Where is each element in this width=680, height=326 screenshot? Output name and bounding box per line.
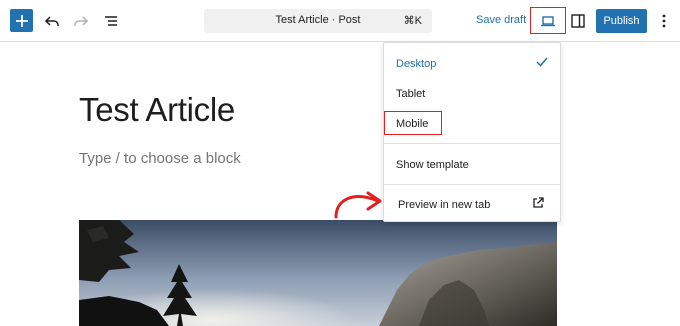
menu-item-tablet[interactable]: Tablet (396, 88, 425, 100)
annotation-arrow (334, 191, 382, 219)
redo-icon (74, 16, 89, 26)
menu-item-show-template[interactable]: Show template (396, 159, 469, 171)
desktop-icon (541, 15, 555, 26)
image-block[interactable] (79, 220, 557, 326)
settings-sidebar-button[interactable] (566, 9, 590, 33)
sidebar-icon (571, 14, 585, 28)
check-icon (536, 57, 548, 67)
more-vertical-icon (662, 14, 666, 28)
save-draft-button[interactable]: Save draft (476, 14, 526, 26)
plus-icon (15, 14, 28, 27)
document-title: Test Article · Post (275, 14, 361, 26)
keyboard-shortcut: ⌘K (403, 15, 422, 27)
device-preview-button[interactable] (530, 7, 566, 34)
menu-item-desktop[interactable]: Desktop (396, 58, 436, 70)
block-placeholder[interactable]: Type / to choose a block (79, 150, 241, 167)
publish-button[interactable]: Publish (596, 9, 647, 33)
editor-header: Test Article · Post ⌘K Save draft Publis… (0, 0, 680, 42)
mobile-highlight-box (384, 111, 442, 135)
undo-button[interactable] (40, 9, 64, 33)
preview-dropdown-menu: Desktop Tablet Mobile Show template Prev… (383, 42, 561, 222)
redo-button[interactable] (69, 9, 93, 33)
menu-item-preview-new-tab[interactable]: Preview in new tab (398, 199, 490, 211)
undo-icon (44, 16, 59, 26)
landscape-image (79, 220, 557, 326)
list-view-button[interactable] (99, 9, 123, 33)
external-link-icon (533, 197, 544, 208)
options-button[interactable] (652, 9, 676, 33)
add-block-button[interactable] (10, 9, 33, 32)
menu-divider (384, 143, 560, 144)
post-title[interactable]: Test Article (79, 91, 235, 129)
command-palette-bar[interactable]: Test Article · Post ⌘K (204, 9, 432, 33)
list-view-icon (105, 16, 117, 26)
menu-divider (384, 184, 560, 185)
